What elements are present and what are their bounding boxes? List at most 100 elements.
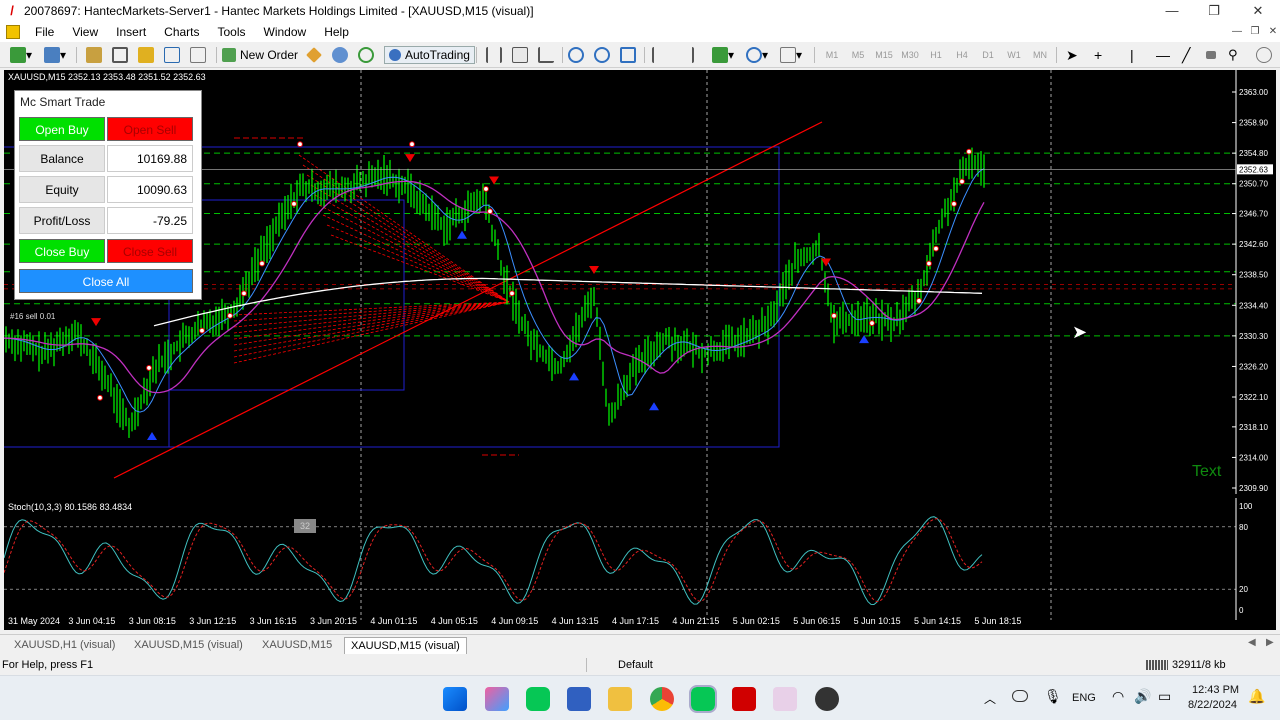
- tf-h1-button[interactable]: H1: [924, 46, 948, 64]
- time-label: 5 Jun 14:15: [914, 616, 962, 626]
- smart-trade-panel: Mc Smart Trade Open Buy Open Sell Balanc…: [14, 90, 202, 300]
- indicators-icon: [712, 47, 728, 63]
- navigator-button[interactable]: [138, 46, 154, 64]
- menu-tools[interactable]: Tools: [209, 22, 255, 42]
- tab-xauusd-m15-visual-active[interactable]: XAUUSD,M15 (visual): [344, 637, 467, 654]
- chart-restore-button[interactable]: ❐: [1246, 24, 1264, 40]
- tray-chevron-icon[interactable]: ︿: [984, 690, 996, 707]
- app-icon-2[interactable]: [773, 687, 797, 711]
- chart-minimize-button[interactable]: —: [1228, 24, 1246, 40]
- language-indicator[interactable]: ENG: [1072, 692, 1096, 704]
- tf-m15-button[interactable]: M15: [872, 46, 896, 64]
- menu-window[interactable]: Window: [255, 22, 316, 42]
- tester-button[interactable]: [190, 46, 206, 64]
- account-button[interactable]: [1256, 46, 1272, 64]
- line-chart-button[interactable]: [538, 46, 554, 64]
- stoch-level-label: 20: [1239, 585, 1248, 594]
- chart-window-icon[interactable]: [6, 25, 20, 39]
- tf-m30-button[interactable]: M30: [898, 46, 922, 64]
- zoom-in-button[interactable]: [568, 46, 584, 64]
- market-watch-button[interactable]: [86, 46, 102, 64]
- chart-close-button[interactable]: ✕: [1264, 24, 1280, 40]
- trendline-button[interactable]: ╱: [1182, 46, 1190, 64]
- periods-button[interactable]: ▾: [746, 46, 768, 64]
- auto-scroll-button[interactable]: [678, 46, 694, 64]
- clock-time[interactable]: 12:43 PM: [1192, 684, 1239, 696]
- chart-shift-button[interactable]: [652, 46, 668, 64]
- cursor-tool-button[interactable]: ➤: [1066, 46, 1078, 64]
- windows-start-icon[interactable]: [443, 687, 467, 711]
- tab-xauusd-h1-visual[interactable]: XAUUSD,H1 (visual): [8, 637, 121, 654]
- battery-icon[interactable]: ▭: [1158, 688, 1171, 705]
- zoom-out-button[interactable]: [594, 46, 610, 64]
- chart-shift-icon: [652, 47, 668, 63]
- signals-button[interactable]: [358, 46, 374, 64]
- minimize-button[interactable]: —: [1150, 0, 1194, 22]
- balance-label: Balance: [19, 145, 105, 172]
- cloud-icon[interactable]: [1012, 690, 1028, 702]
- microphone-icon[interactable]: 🎙: [1044, 688, 1062, 705]
- line-app-icon[interactable]: [526, 687, 550, 711]
- copilot-icon[interactable]: [485, 687, 509, 711]
- crosshair-tool-button[interactable]: +: [1094, 46, 1102, 64]
- bar-chart-button[interactable]: [486, 46, 502, 64]
- hantec-icon[interactable]: [732, 687, 756, 711]
- close-buy-button[interactable]: Close Buy: [19, 239, 105, 263]
- tf-w1-button[interactable]: W1: [1002, 46, 1026, 64]
- chrome-icon[interactable]: [650, 687, 674, 711]
- menu-help[interactable]: Help: [315, 22, 358, 42]
- stoch-marker: 32: [294, 519, 316, 533]
- clock-date[interactable]: 8/22/2024: [1188, 699, 1237, 711]
- tf-mn-button[interactable]: MN: [1028, 46, 1052, 64]
- tile-windows-button[interactable]: [620, 46, 636, 64]
- app-icon-3[interactable]: [815, 687, 839, 711]
- price-label: 2363.00: [1239, 88, 1268, 97]
- menu-view[interactable]: View: [63, 22, 107, 42]
- data-window-button[interactable]: [112, 46, 128, 64]
- horizontal-line-button[interactable]: —: [1156, 46, 1170, 64]
- channel-button[interactable]: [1206, 46, 1216, 64]
- tf-m5-button[interactable]: M5: [846, 46, 870, 64]
- restore-button[interactable]: ❐: [1192, 0, 1236, 22]
- stochastic-chart[interactable]: 100 80 20 0: [4, 498, 1276, 620]
- terminal-button[interactable]: [164, 46, 180, 64]
- menu-charts[interactable]: Charts: [155, 22, 208, 42]
- templates-button[interactable]: ▾: [780, 46, 802, 64]
- tab-xauusd-m15[interactable]: XAUUSD,M15: [256, 637, 338, 654]
- profiles-button[interactable]: ▾: [44, 46, 66, 64]
- menu-file[interactable]: File: [26, 22, 63, 42]
- app-icon[interactable]: [567, 687, 591, 711]
- new-order-button[interactable]: New Order: [222, 46, 298, 64]
- tf-h4-button[interactable]: H4: [950, 46, 974, 64]
- indicators-button[interactable]: ▾: [712, 46, 734, 64]
- text-object[interactable]: Text: [1192, 463, 1221, 481]
- close-all-button[interactable]: Close All: [19, 269, 193, 293]
- tab-scroll-right-icon[interactable]: ▶: [1266, 637, 1274, 648]
- tab-xauusd-m15-visual[interactable]: XAUUSD,M15 (visual): [128, 637, 249, 654]
- new-chart-button[interactable]: ▾: [10, 46, 32, 64]
- line-app-active-icon[interactable]: [689, 685, 717, 713]
- notification-bell-icon[interactable]: 🔔: [1248, 688, 1265, 705]
- vertical-line-button[interactable]: |: [1130, 46, 1134, 64]
- tf-m1-button[interactable]: M1: [820, 46, 844, 64]
- file-explorer-icon[interactable]: [608, 687, 632, 711]
- time-label: 3 Jun 20:15: [310, 616, 358, 626]
- autotrading-button[interactable]: AutoTrading: [384, 46, 475, 64]
- candlestick-icon: [512, 47, 528, 63]
- stoch-main-line: [4, 516, 983, 606]
- volume-icon[interactable]: 🔊: [1134, 688, 1151, 705]
- clock-icon: [746, 47, 762, 63]
- close-button[interactable]: ✕: [1236, 0, 1280, 22]
- wifi-icon[interactable]: ◠: [1112, 688, 1124, 705]
- close-sell-button[interactable]: Close Sell: [107, 239, 193, 263]
- open-sell-button[interactable]: Open Sell: [107, 117, 193, 141]
- open-buy-button[interactable]: Open Buy: [19, 117, 105, 141]
- meta-editor-button[interactable]: [306, 46, 322, 64]
- search-button[interactable]: ⚲: [1228, 46, 1238, 64]
- menu-insert[interactable]: Insert: [107, 22, 155, 42]
- tab-scroll-left-icon[interactable]: ◀: [1248, 637, 1256, 648]
- templates-icon: [780, 47, 796, 63]
- candlestick-button[interactable]: [512, 46, 528, 64]
- tf-d1-button[interactable]: D1: [976, 46, 1000, 64]
- community-button[interactable]: [332, 46, 348, 64]
